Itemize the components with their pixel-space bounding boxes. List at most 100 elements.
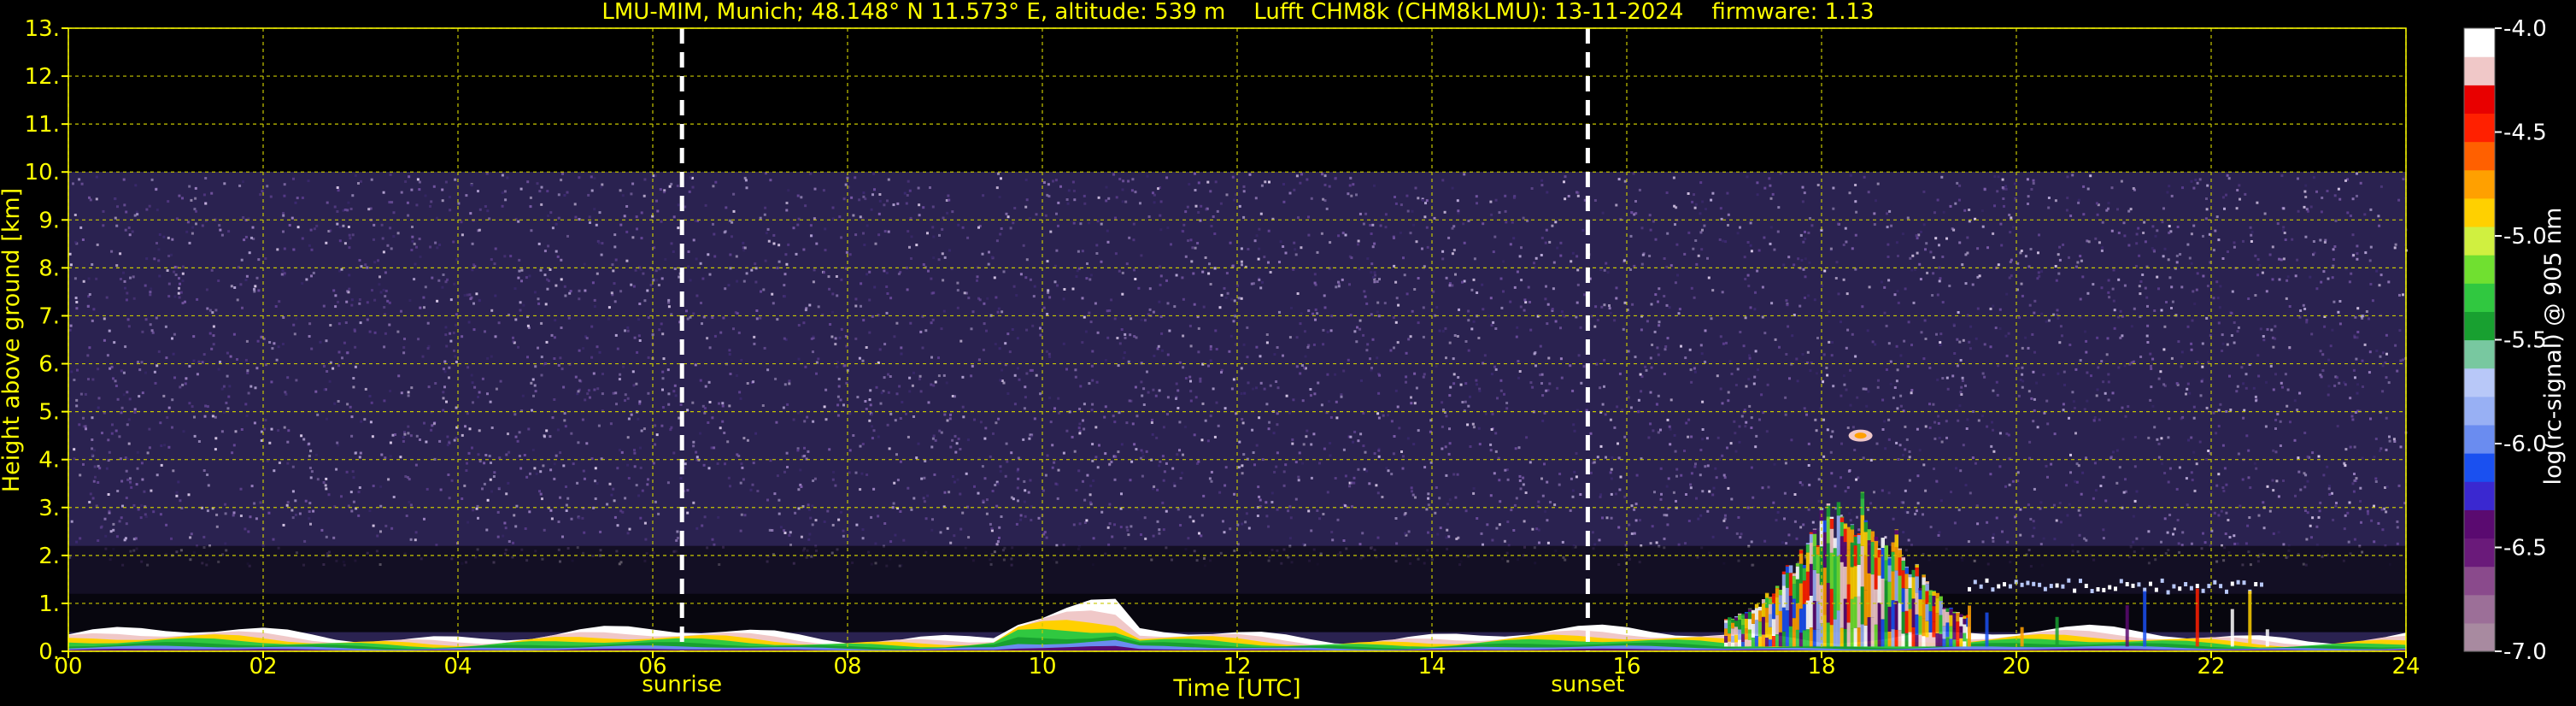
noise-dot	[2138, 285, 2141, 288]
noise-dot	[1158, 389, 1161, 392]
noise-dot	[1337, 234, 1341, 238]
noise-dot	[1305, 435, 1308, 438]
noise-dot	[1140, 533, 1142, 536]
noise-dot	[308, 502, 312, 505]
noise-dot	[347, 201, 350, 204]
noise-dot	[294, 513, 297, 516]
noise-dot	[1520, 246, 1523, 250]
noise-dot	[1623, 495, 1627, 498]
noise-dot	[1121, 292, 1124, 296]
noise-dot	[1498, 523, 1501, 527]
noise-dot	[2139, 292, 2142, 296]
noise-dot	[2059, 325, 2063, 328]
noise-dot	[1848, 512, 1851, 515]
noise-dot	[1288, 537, 1292, 540]
noise-dot	[2120, 179, 2123, 183]
noise-dot	[275, 358, 279, 362]
noise-dot	[1788, 377, 1791, 380]
noise-dot	[1787, 256, 1791, 259]
noise-dot	[145, 208, 149, 211]
noise-dot	[874, 242, 877, 245]
noise-dot	[1631, 303, 1634, 306]
noise-dot	[1441, 329, 1445, 332]
noise-dot	[127, 442, 131, 445]
noise-dot	[1223, 286, 1226, 290]
noise-dot	[2151, 247, 2154, 250]
noise-dot	[326, 201, 329, 204]
noise-dot	[1701, 228, 1704, 232]
noise-dot	[282, 316, 285, 319]
noise-dot	[854, 176, 857, 179]
noise-dot	[1899, 394, 1903, 397]
noise-dot	[1000, 515, 1003, 518]
noise-dot	[1701, 428, 1705, 431]
noise-dot	[949, 541, 953, 544]
noise-dot	[1132, 238, 1135, 242]
noise-dot	[1519, 487, 1523, 491]
noise-dot	[1387, 469, 1390, 473]
noise-dot	[2329, 344, 2332, 348]
noise-dot	[327, 493, 331, 497]
noise-dot	[432, 422, 436, 426]
noise-dot	[2252, 386, 2256, 390]
noise-dot	[1182, 334, 1185, 338]
noise-dot	[2135, 232, 2139, 236]
noise-dot	[2057, 316, 2060, 320]
noise-dot	[390, 527, 394, 530]
noise-dot	[1120, 443, 1124, 446]
noise-dot	[1622, 327, 1625, 331]
noise-dot	[895, 392, 899, 396]
noise-dot	[1390, 473, 1394, 476]
noise-dot	[2033, 487, 2036, 491]
noise-dot	[1299, 322, 1302, 326]
noise-dot	[812, 420, 815, 423]
noise-dot	[124, 345, 127, 349]
noise-dot	[214, 309, 218, 312]
noise-dot	[1091, 459, 1094, 462]
noise-dot	[894, 419, 897, 422]
noise-dot	[1499, 277, 1503, 280]
noise-dot	[2020, 282, 2023, 285]
noise-dot	[1939, 499, 1943, 503]
noise-dot	[1549, 501, 1552, 503]
noise-dot	[141, 330, 144, 333]
noise-dot	[2001, 178, 2004, 181]
noise-dot	[638, 303, 642, 305]
noise-dot	[2194, 179, 2198, 181]
noise-dot	[995, 504, 999, 508]
noise-dot	[1344, 504, 1347, 508]
noise-dot	[1210, 470, 1213, 474]
noise-dot	[1539, 374, 1542, 377]
noise-dot	[486, 356, 490, 360]
noise-dot	[137, 361, 139, 364]
noise-dot	[449, 339, 453, 343]
noise-dot	[1048, 296, 1052, 299]
noise-dot	[595, 223, 598, 227]
noise-dot	[501, 174, 504, 177]
noise-dot	[1072, 221, 1076, 225]
noise-dot	[2133, 307, 2136, 310]
noise-dot	[1425, 199, 1429, 203]
noise-dot	[1832, 385, 1835, 388]
noise-dot	[1083, 498, 1087, 502]
noise-dot	[2257, 374, 2261, 378]
noise-dot	[2179, 253, 2182, 256]
noise-dot	[1342, 539, 1346, 542]
noise-dot	[1793, 493, 1797, 496]
noise-dot	[2356, 194, 2358, 197]
noise-dot	[1085, 519, 1088, 522]
noise-dot	[1822, 380, 1824, 384]
noise-dot	[1866, 329, 1869, 332]
noise-dot	[1505, 402, 1509, 404]
noise-dot	[643, 194, 646, 197]
noise-dot	[2214, 229, 2217, 232]
noise-dot	[1655, 403, 1658, 406]
noise-dot	[1288, 336, 1292, 339]
noise-dot	[244, 279, 248, 281]
noise-dot	[560, 327, 563, 329]
noise-dot	[1534, 351, 1537, 354]
noise-dot	[1579, 326, 1582, 329]
noise-dot	[984, 427, 988, 430]
noise-dot	[732, 327, 735, 331]
noise-dot	[404, 475, 408, 478]
